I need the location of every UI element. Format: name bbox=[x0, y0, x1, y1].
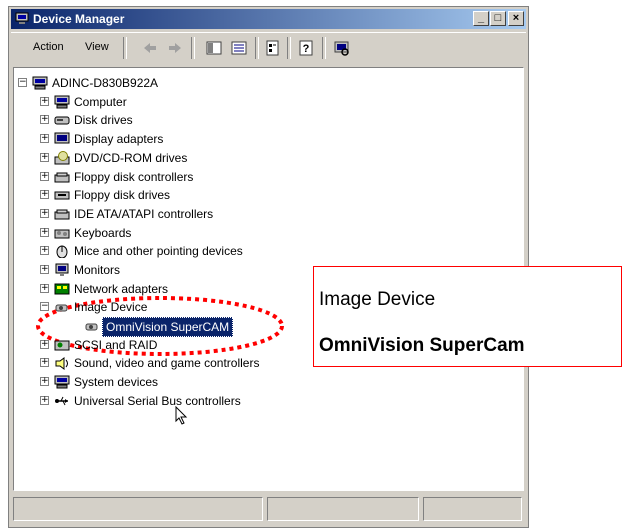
tree-item-label: Network adapters bbox=[74, 282, 169, 296]
tree-item-label: Image Device bbox=[74, 300, 148, 314]
expand-toggle[interactable]: + bbox=[40, 228, 49, 237]
expand-toggle[interactable]: + bbox=[40, 265, 49, 274]
camera-icon bbox=[85, 323, 98, 331]
expand-toggle[interactable]: + bbox=[40, 377, 49, 386]
show-hide-tree-icon[interactable] bbox=[205, 39, 223, 57]
tree-item-label: Monitors bbox=[74, 263, 121, 277]
expand-toggle[interactable]: + bbox=[40, 246, 49, 255]
status-bar bbox=[13, 493, 524, 525]
display-icon bbox=[54, 132, 70, 144]
annotation-callout: Image Device OmniVision SuperCam bbox=[313, 266, 622, 367]
menu-toolbar: Action View ? bbox=[11, 32, 526, 63]
computer-icon bbox=[32, 76, 48, 90]
properties-icon[interactable] bbox=[264, 39, 282, 57]
scan-hardware-icon[interactable] bbox=[333, 39, 351, 57]
tree-item-label: Floppy disk controllers bbox=[74, 170, 194, 184]
forward-arrow-icon[interactable] bbox=[166, 39, 184, 57]
disk-drive-icon bbox=[54, 116, 70, 125]
tree-item-label: DVD/CD-ROM drives bbox=[74, 151, 188, 165]
svg-text:?: ? bbox=[303, 43, 310, 55]
expand-toggle[interactable]: + bbox=[40, 209, 49, 218]
status-panel bbox=[423, 497, 522, 521]
tree-item-label: Display adapters bbox=[74, 132, 164, 146]
tree-item-label: Computer bbox=[74, 95, 127, 109]
expand-toggle[interactable]: + bbox=[40, 134, 49, 143]
tree-item-label: System devices bbox=[74, 375, 159, 389]
sound-icon bbox=[55, 357, 68, 370]
tree-item-label: IDE ATA/ATAPI controllers bbox=[74, 207, 214, 221]
network-icon bbox=[54, 283, 70, 295]
menu-action[interactable]: Action bbox=[33, 41, 64, 53]
export-list-icon[interactable] bbox=[230, 39, 248, 57]
toolbar-separator bbox=[322, 37, 326, 59]
mouse-cursor-icon bbox=[175, 406, 188, 425]
callout-line-1: Image Device bbox=[319, 289, 436, 310]
tree-item-label: SCSI and RAID bbox=[74, 338, 158, 352]
scsi-icon bbox=[54, 340, 70, 351]
collapse-toggle[interactable]: − bbox=[18, 78, 27, 87]
close-button[interactable]: × bbox=[508, 11, 524, 26]
tree-item-label: Sound, video and game controllers bbox=[74, 356, 260, 370]
cdrom-icon bbox=[54, 151, 70, 165]
floppy-drive-icon bbox=[54, 191, 70, 200]
usb-icon bbox=[55, 396, 68, 406]
window-title: Device Manager bbox=[33, 12, 125, 26]
status-panel bbox=[13, 497, 263, 521]
expand-toggle[interactable]: + bbox=[40, 358, 49, 367]
tree-item-label: Floppy disk drives bbox=[74, 188, 171, 202]
collapse-toggle[interactable]: − bbox=[40, 302, 49, 311]
help-icon[interactable]: ? bbox=[297, 39, 315, 57]
monitor-icon bbox=[55, 263, 69, 276]
expand-toggle[interactable]: + bbox=[40, 190, 49, 199]
tree-item-label: Keyboards bbox=[74, 226, 132, 240]
computer-icon bbox=[54, 95, 70, 109]
camera-icon bbox=[55, 304, 68, 312]
back-arrow-icon[interactable] bbox=[141, 39, 159, 57]
toolbar-separator bbox=[191, 37, 195, 59]
expand-toggle[interactable]: + bbox=[40, 115, 49, 124]
toolbar-separator bbox=[255, 37, 259, 59]
expand-toggle[interactable]: + bbox=[40, 284, 49, 293]
callout-line-2: OmniVision SuperCam bbox=[319, 335, 525, 356]
controller-icon bbox=[54, 172, 70, 183]
status-panel bbox=[267, 497, 419, 521]
menu-view[interactable]: View bbox=[85, 41, 109, 53]
minimize-button[interactable]: _ bbox=[473, 11, 489, 26]
toolbar-separator bbox=[123, 37, 127, 59]
expand-toggle[interactable]: + bbox=[40, 172, 49, 181]
computer-icon bbox=[54, 375, 70, 389]
expand-toggle[interactable]: + bbox=[40, 396, 49, 405]
expand-toggle[interactable]: + bbox=[40, 97, 49, 106]
mouse-icon bbox=[56, 245, 68, 258]
expand-toggle[interactable]: + bbox=[40, 340, 49, 349]
tree-item-label: Mice and other pointing devices bbox=[74, 244, 243, 258]
device-manager-icon bbox=[15, 12, 29, 24]
tree-root-label: ADINC-D830B922A bbox=[52, 76, 159, 90]
keyboard-icon bbox=[54, 229, 70, 239]
tree-item-label: Universal Serial Bus controllers bbox=[74, 394, 241, 408]
maximize-button[interactable]: □ bbox=[490, 11, 506, 26]
title-bar[interactable]: Device Manager _ □ × bbox=[11, 9, 526, 29]
controller-icon bbox=[54, 209, 70, 220]
expand-toggle[interactable]: + bbox=[40, 153, 49, 162]
toolbar-separator bbox=[287, 37, 291, 59]
selected-device-label: OmniVision SuperCAM bbox=[102, 317, 234, 337]
tree-item-label: Disk drives bbox=[74, 113, 133, 127]
